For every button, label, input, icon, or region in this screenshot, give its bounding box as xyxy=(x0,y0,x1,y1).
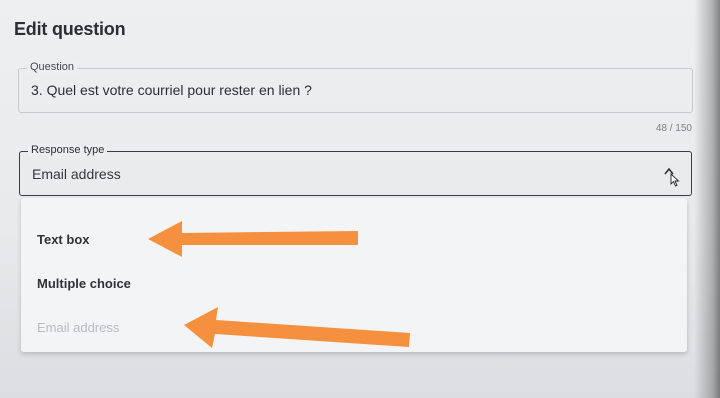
response-type-legend: Response type xyxy=(28,144,108,156)
mouse-cursor-icon xyxy=(670,173,680,187)
page-title: Edit question xyxy=(14,19,126,39)
screen-edge-shadow xyxy=(694,0,720,398)
response-type-select[interactable]: Response type Email address xyxy=(19,144,692,196)
response-type-value: Email address xyxy=(32,166,121,182)
arrow-annotation-email-address xyxy=(184,307,410,348)
question-legend: Question xyxy=(27,61,78,73)
option-email-address[interactable]: Email address xyxy=(37,320,119,335)
option-multiple-choice[interactable]: Multiple choice xyxy=(37,276,131,291)
question-input-value[interactable]: 3. Quel est votre courriel pour rester e… xyxy=(31,82,312,98)
character-counter: 48 / 150 xyxy=(655,123,692,134)
edit-question-screen: Edit question Question 3. Quel est votre… xyxy=(0,0,720,398)
arrow-annotation-text-box xyxy=(148,221,358,257)
question-field[interactable]: Question 3. Quel est votre courriel pour… xyxy=(18,61,693,113)
option-text-box[interactable]: Text box xyxy=(37,232,90,247)
